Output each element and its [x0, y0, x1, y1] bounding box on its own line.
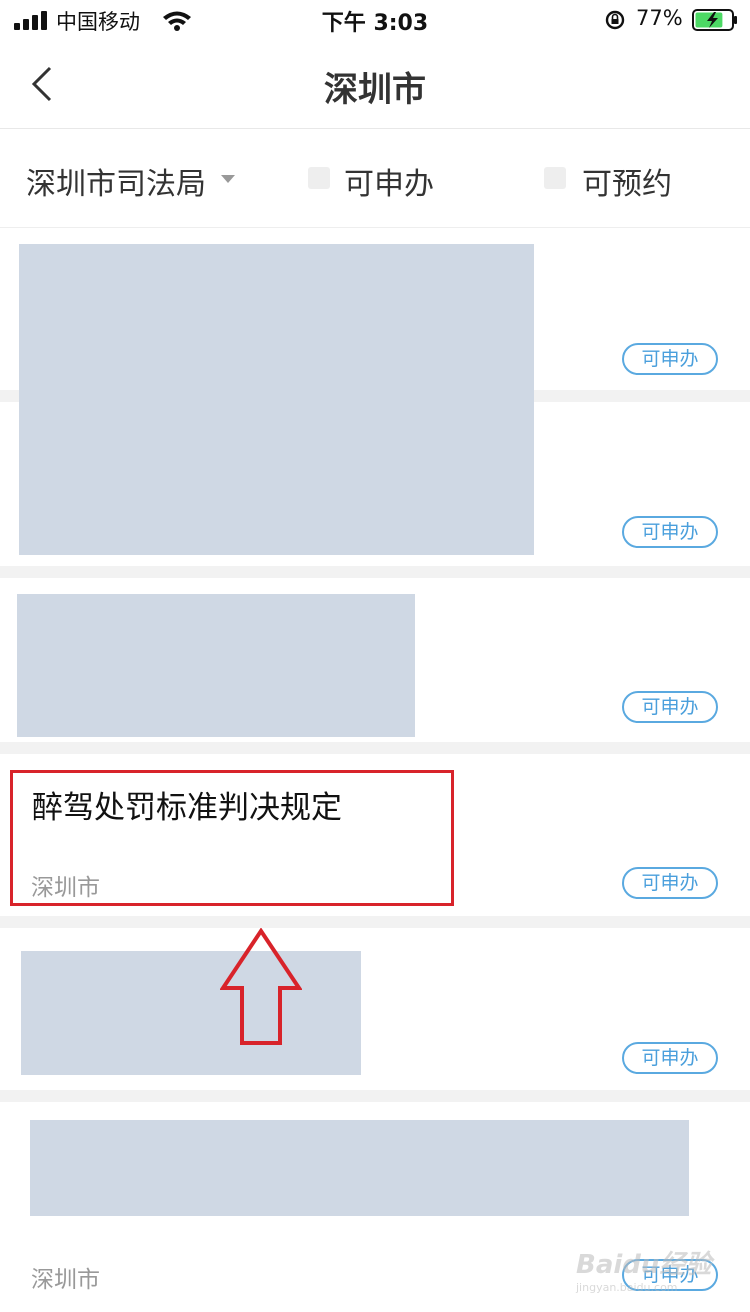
applicable-checkbox[interactable] — [308, 167, 330, 189]
battery-charging-icon — [692, 9, 737, 31]
redacted-block — [30, 1120, 689, 1216]
watermark-url: jingyan.baidu.com — [576, 1281, 678, 1294]
watermark-brand: Baidu经验 — [576, 1250, 712, 1280]
applicable-badge: 可申办 — [622, 1042, 718, 1074]
page-title: 深圳市 — [324, 70, 426, 110]
dropdown-caret-icon[interactable] — [221, 175, 235, 183]
rotation-lock-icon — [605, 10, 625, 30]
department-dropdown[interactable]: 深圳市司法局 — [26, 159, 206, 203]
applicable-badge: 可申办 — [622, 516, 718, 548]
redacted-block — [21, 951, 361, 1075]
applicable-badge: 可申办 — [622, 343, 718, 375]
divider — [0, 566, 750, 578]
highlight-box — [10, 770, 454, 906]
item-region: 深圳市 — [31, 1267, 100, 1293]
bookable-checkbox-label[interactable]: 可预约 — [582, 159, 672, 203]
list-item[interactable]: 可申办 — [0, 578, 750, 742]
status-bar: 中国移动 下午 3:03 77% — [0, 0, 750, 42]
nav-bar: 深圳市 — [0, 42, 750, 129]
redacted-block — [19, 244, 534, 555]
list-item[interactable]: 可申办 — [0, 928, 750, 1090]
redacted-block — [17, 594, 415, 737]
divider — [0, 1090, 750, 1102]
battery-percent: 77% — [636, 6, 683, 30]
up-arrow-icon — [220, 928, 302, 1045]
bookable-checkbox[interactable] — [544, 167, 566, 189]
applicable-checkbox-label[interactable]: 可申办 — [344, 159, 434, 203]
divider — [0, 916, 750, 928]
filter-bar: 深圳市司法局 可申办 可预约 — [0, 129, 750, 228]
applicable-badge: 可申办 — [622, 691, 718, 723]
divider — [0, 742, 750, 754]
applicable-badge: 可申办 — [622, 867, 718, 899]
baidu-watermark: Baidu经验 jingyan.baidu.com — [576, 1244, 726, 1300]
